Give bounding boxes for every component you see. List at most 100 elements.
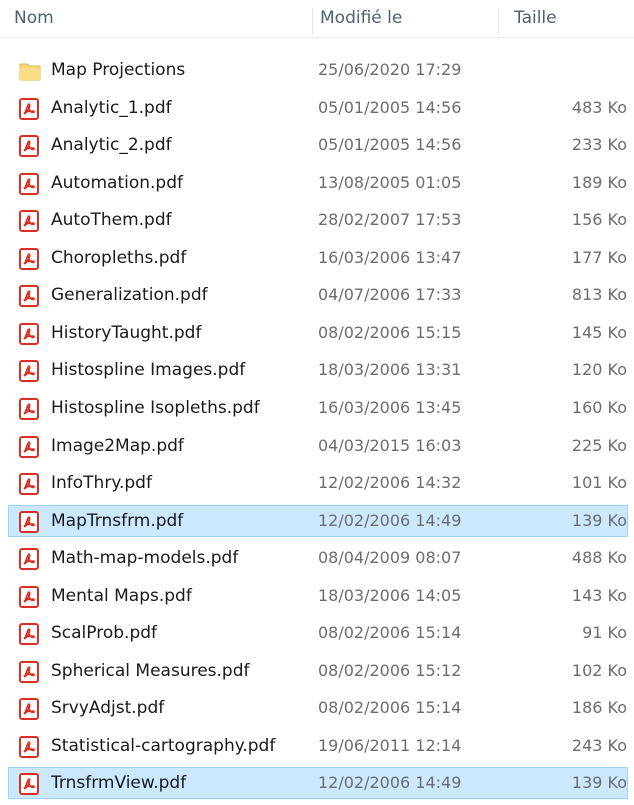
file-name: Statistical-cartography.pdf xyxy=(51,735,276,756)
file-size: 145 Ko xyxy=(571,322,627,342)
file-name: InfoThry.pdf xyxy=(51,473,152,494)
file-row[interactable]: Math-map-models.pdf 08/04/2009 08:07 488 K… xyxy=(8,542,628,574)
pdf-icon xyxy=(19,660,39,683)
file-row[interactable]: Mental Maps.pdf 18/03/2006 14:05 143 Ko xyxy=(8,580,628,612)
column-divider[interactable] xyxy=(312,8,313,34)
file-size: 139 Ko xyxy=(571,510,627,530)
file-modified-date: 04/07/2006 17:33 xyxy=(318,285,462,305)
pdf-icon xyxy=(19,210,39,233)
file-row[interactable]: TrnsfrmView.pdf 12/02/2006 14:49 139 Ko xyxy=(8,767,628,800)
file-name: Spherical Measures.pdf xyxy=(51,660,250,681)
file-modified-date: 18/03/2006 13:31 xyxy=(318,360,462,380)
pdf-icon xyxy=(19,698,39,721)
file-row[interactable]: Automation.pdf 13/08/2005 01:05 189 Ko xyxy=(8,167,628,199)
pdf-icon xyxy=(19,360,39,383)
file-modified-date: 28/02/2007 17:53 xyxy=(318,210,462,230)
file-modified-date: 25/06/2020 17:29 xyxy=(318,60,462,79)
file-name: Analytic_2.pdf xyxy=(51,135,172,156)
file-modified-date: 16/03/2006 13:45 xyxy=(318,397,462,417)
file-row[interactable]: AutoThem.pdf 28/02/2007 17:53 156 Ko xyxy=(8,204,628,236)
file-row[interactable]: Map Projections 25/06/2020 17:29 xyxy=(8,54,628,86)
pdf-icon xyxy=(19,773,39,796)
file-row[interactable]: Spherical Measures.pdf 08/02/2006 15:12 10… xyxy=(8,655,628,687)
pdf-icon xyxy=(19,473,39,496)
file-size xyxy=(507,55,627,85)
file-row[interactable]: Choropleths.pdf 16/03/2006 13:47 177 Ko xyxy=(8,242,628,274)
file-size: 139 Ko xyxy=(571,773,627,793)
pdf-icon xyxy=(19,548,39,571)
file-size: 143 Ko xyxy=(571,585,627,605)
file-size: 813 Ko xyxy=(571,285,627,305)
file-name: Map Projections xyxy=(51,60,186,80)
file-row[interactable]: Analytic_1.pdf 05/01/2005 14:56 483 Ko xyxy=(8,92,628,124)
file-row[interactable]: Statistical-cartography.pdf 19/06/2011 12… xyxy=(8,730,628,762)
file-row[interactable]: Histospline Images.pdf 18/03/2006 13:31 12… xyxy=(8,354,628,386)
pdf-icon xyxy=(19,510,39,533)
file-size: 156 Ko xyxy=(571,210,627,230)
file-name: Histospline Images.pdf xyxy=(51,360,246,381)
file-name: TrnsfrmView.pdf xyxy=(51,773,187,794)
pdf-icon xyxy=(19,135,39,158)
file-row[interactable]: MapTrnsfrm.pdf 12/02/2006 14:49 139 Ko xyxy=(8,504,628,537)
file-name: Mental Maps.pdf xyxy=(51,585,192,606)
file-row[interactable]: ScalProb.pdf 08/02/2006 15:14 91 Ko xyxy=(8,617,628,649)
file-name: Image2Map.pdf xyxy=(51,435,184,456)
file-name: SrvyAdjst.pdf xyxy=(51,698,165,719)
file-modified-date: 08/02/2006 15:14 xyxy=(318,623,462,643)
file-row[interactable]: Image2Map.pdf 04/03/2015 16:03 225 Ko xyxy=(8,430,628,462)
file-modified-date: 16/03/2006 13:47 xyxy=(318,247,462,267)
file-modified-date: 08/04/2009 08:07 xyxy=(318,548,462,568)
file-size: 120 Ko xyxy=(571,360,627,380)
folder-icon xyxy=(19,60,41,82)
file-size: 186 Ko xyxy=(571,698,627,718)
file-size: 488 Ko xyxy=(571,548,627,568)
column-header-bar: Nom Modifié le Taille xyxy=(0,0,634,38)
file-modified-date: 08/02/2006 15:15 xyxy=(318,322,462,342)
file-name: HistoryTaught.pdf xyxy=(51,322,202,343)
file-modified-date: 04/03/2015 16:03 xyxy=(318,435,462,455)
file-row[interactable]: SrvyAdjst.pdf 08/02/2006 15:14 186 Ko xyxy=(8,692,628,724)
pdf-icon xyxy=(19,172,39,195)
pdf-icon xyxy=(19,322,39,345)
file-name: Automation.pdf xyxy=(51,172,183,193)
file-name: Analytic_1.pdf xyxy=(51,97,172,118)
file-modified-date: 12/02/2006 14:49 xyxy=(318,773,462,793)
pdf-icon xyxy=(19,247,39,270)
pdf-icon xyxy=(19,623,39,646)
file-row[interactable]: Analytic_2.pdf 05/01/2005 14:56 233 Ko xyxy=(8,129,628,161)
file-modified-date: 19/06/2011 12:14 xyxy=(318,735,462,755)
file-row[interactable]: Generalization.pdf 04/07/2006 17:33 813 Ko xyxy=(8,279,628,311)
file-modified-date: 05/01/2005 14:56 xyxy=(318,97,462,117)
file-size: 243 Ko xyxy=(571,735,627,755)
pdf-icon xyxy=(19,735,39,758)
file-size: 160 Ko xyxy=(571,397,627,417)
file-size: 483 Ko xyxy=(571,97,627,117)
file-size: 225 Ko xyxy=(571,435,627,455)
file-name: Generalization.pdf xyxy=(51,285,208,306)
file-modified-date: 08/02/2006 15:12 xyxy=(318,660,462,680)
file-modified-date: 18/03/2006 14:05 xyxy=(318,585,462,605)
pdf-icon xyxy=(19,435,39,458)
file-row[interactable]: Histospline Isopleths.pdf 16/03/2006 13:4… xyxy=(8,392,628,424)
pdf-icon xyxy=(19,97,39,120)
file-size: 91 Ko xyxy=(582,623,627,643)
column-divider[interactable] xyxy=(498,8,499,34)
pdf-icon xyxy=(19,285,39,308)
column-header-size[interactable]: Taille xyxy=(514,4,557,32)
file-name: Histospline Isopleths.pdf xyxy=(51,397,260,418)
file-size: 233 Ko xyxy=(571,135,627,155)
file-size: 101 Ko xyxy=(571,473,627,493)
file-row[interactable]: InfoThry.pdf 12/02/2006 14:32 101 Ko xyxy=(8,467,628,499)
file-modified-date: 05/01/2005 14:56 xyxy=(318,135,462,155)
file-name: Math-map-models.pdf xyxy=(51,548,239,569)
file-modified-date: 08/02/2006 15:14 xyxy=(318,698,462,718)
column-header-name[interactable]: Nom xyxy=(14,4,54,32)
file-size: 189 Ko xyxy=(571,172,627,192)
file-name: Choropleths.pdf xyxy=(51,247,187,268)
file-modified-date: 12/02/2006 14:32 xyxy=(318,473,462,493)
pdf-icon xyxy=(19,585,39,608)
file-row[interactable]: HistoryTaught.pdf 08/02/2006 15:15 145 Ko xyxy=(8,317,628,349)
column-header-date[interactable]: Modifié le xyxy=(320,4,402,32)
pdf-icon xyxy=(19,397,39,420)
file-size: 177 Ko xyxy=(571,247,627,267)
